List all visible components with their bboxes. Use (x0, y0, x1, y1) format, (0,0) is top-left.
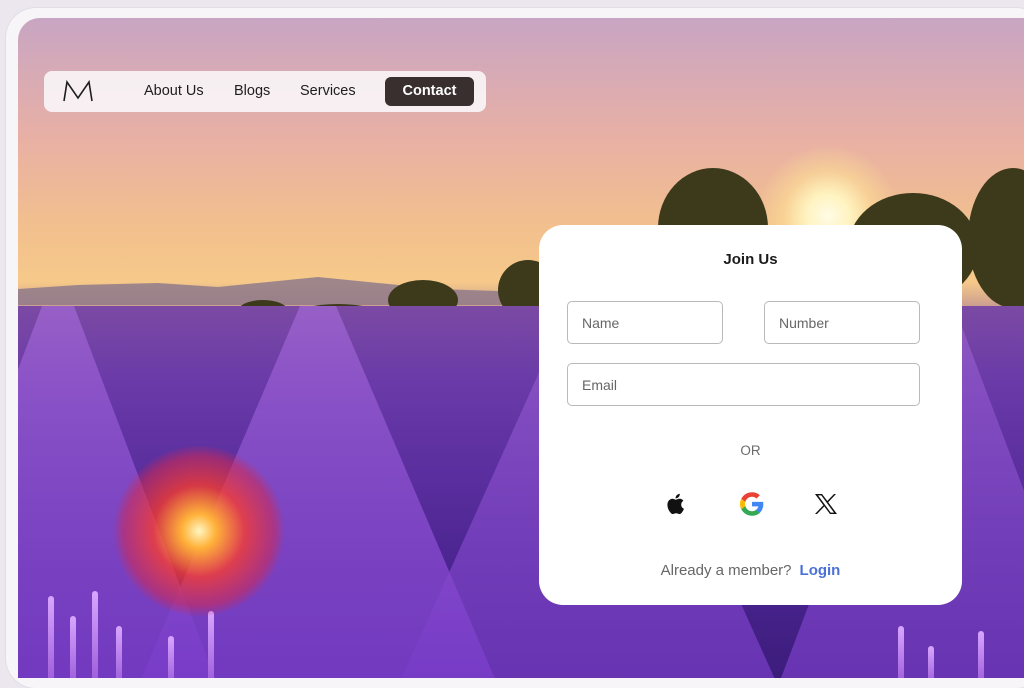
google-icon[interactable] (738, 490, 766, 518)
lavender-stem (978, 631, 984, 678)
join-card: Join Us OR Already a member? Login (539, 225, 962, 605)
lens-flare (114, 446, 284, 616)
number-field[interactable] (764, 301, 920, 344)
lavender-stem (928, 646, 934, 678)
apple-icon[interactable] (663, 490, 691, 518)
email-field[interactable] (567, 363, 920, 406)
login-link[interactable]: Login (800, 562, 841, 579)
lavender-stem (116, 626, 122, 678)
or-divider: OR (740, 443, 761, 458)
nav-about-us[interactable]: About Us (144, 83, 204, 99)
member-prompt-text: Already a member? (660, 562, 792, 579)
distant-hills (18, 277, 558, 305)
top-navigation: About Us Blogs Services Contact (44, 71, 486, 112)
card-title: Join Us (723, 251, 778, 268)
contact-button[interactable]: Contact (385, 77, 474, 106)
name-field[interactable] (567, 301, 723, 344)
x-icon[interactable] (812, 490, 840, 518)
m-logo-icon[interactable] (62, 80, 94, 102)
lavender-stem (898, 626, 904, 678)
lavender-stem (92, 591, 98, 678)
lavender-stem (70, 616, 76, 678)
lavender-stem (168, 636, 174, 678)
tree-cluster (968, 168, 1024, 308)
lavender-stem (208, 611, 214, 678)
nav-services[interactable]: Services (300, 83, 356, 99)
nav-blogs[interactable]: Blogs (234, 83, 270, 99)
already-member-row: Already a member? Login (539, 562, 962, 579)
